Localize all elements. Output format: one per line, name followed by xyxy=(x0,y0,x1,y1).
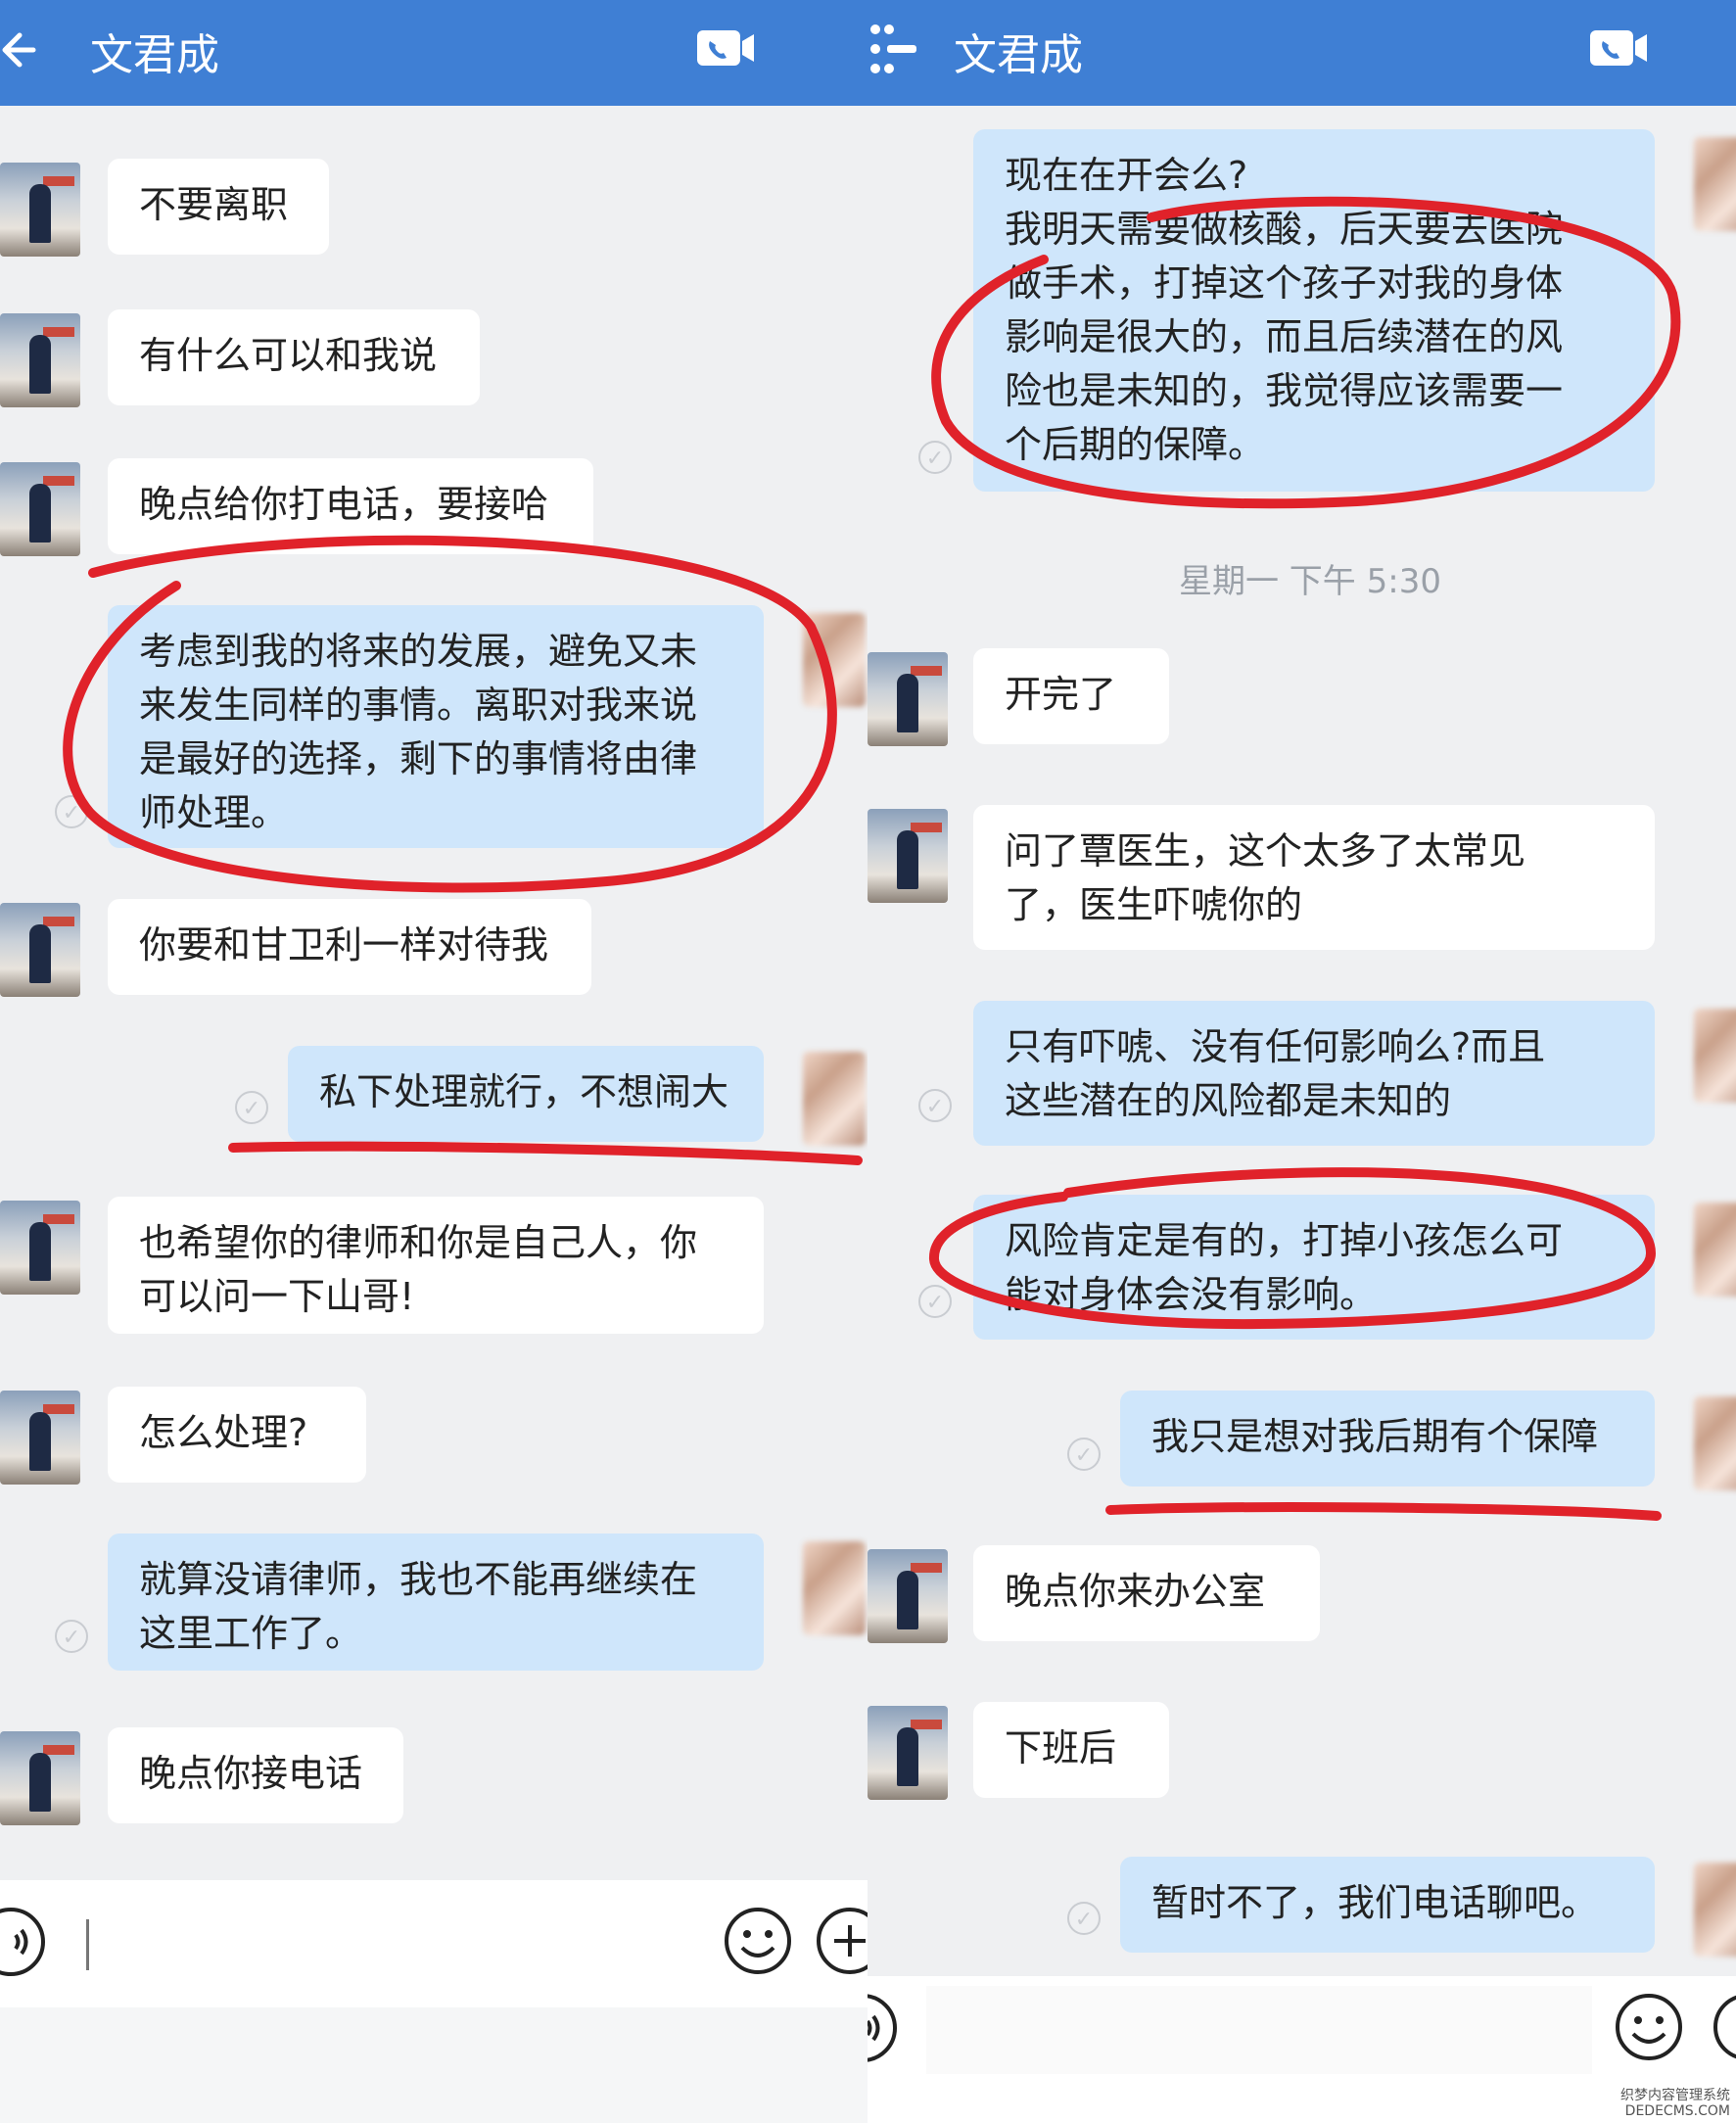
my-avatar[interactable] xyxy=(1694,1009,1736,1103)
left-chat-panel: 文君成 不要离职 有什么可以和我说 晚点给你打电话，要接哈 ✓ 考虑到我的将来的… xyxy=(0,0,868,2123)
incoming-message: 下班后 xyxy=(973,1702,1169,1798)
emoji-icon[interactable] xyxy=(1614,1992,1684,2062)
input-bar xyxy=(0,1880,868,2123)
incoming-message: 你要和甘卫利一样对待我 xyxy=(108,899,591,995)
outgoing-message: 考虑到我的将来的发展，避免又未 来发生同样的事情。离职对我来说 是最好的选择，剩… xyxy=(108,605,764,848)
message-input[interactable] xyxy=(926,1986,1592,2074)
chat-header: 文君成 xyxy=(868,0,1736,106)
check-icon: ✓ xyxy=(918,1089,952,1122)
my-avatar[interactable] xyxy=(803,1541,866,1635)
contact-avatar[interactable] xyxy=(0,163,80,257)
check-icon: ✓ xyxy=(1067,1902,1101,1935)
my-avatar[interactable] xyxy=(1694,1203,1736,1297)
incoming-message: 开完了 xyxy=(973,648,1169,744)
incoming-message: 晚点你来办公室 xyxy=(973,1545,1320,1641)
chat-title: 文君成 xyxy=(954,30,1083,80)
outgoing-message: 只有吓唬、没有任何影响么?而且 这些潜在的风险都是未知的 xyxy=(973,1001,1655,1146)
contact-avatar[interactable] xyxy=(0,313,80,407)
check-icon: ✓ xyxy=(235,1091,268,1124)
contact-avatar[interactable] xyxy=(868,652,948,746)
right-chat-panel: 文君成 ✓ 现在在开会么? 我明天需要做核酸，后天要去医院 做手术，打掉这个孩子… xyxy=(868,0,1736,2123)
incoming-message: 晚点给你打电话，要接哈 xyxy=(108,458,593,554)
outgoing-message: 风险肯定是有的，打掉小孩怎么可 能对身体会没有影响。 xyxy=(973,1195,1655,1340)
incoming-message: 怎么处理? xyxy=(108,1387,366,1483)
contact-avatar[interactable] xyxy=(868,1549,948,1643)
voice-icon[interactable] xyxy=(868,1992,899,2064)
outgoing-message: 现在在开会么? 我明天需要做核酸，后天要去医院 做手术，打掉这个孩子对我的身体 … xyxy=(973,129,1655,492)
video-call-icon[interactable] xyxy=(695,27,756,69)
contact-avatar[interactable] xyxy=(0,1201,80,1295)
message-timestamp: 星期一 下午 5:30 xyxy=(1179,562,1441,601)
check-icon: ✓ xyxy=(1067,1438,1101,1471)
chat-title: 文君成 xyxy=(90,30,219,80)
contact-avatar[interactable] xyxy=(0,1731,80,1825)
outgoing-message: 私下处理就行，不想闹大 xyxy=(288,1046,764,1142)
back-arrow-icon[interactable] xyxy=(0,27,39,72)
plus-icon[interactable] xyxy=(815,1906,868,1976)
contact-avatar[interactable] xyxy=(0,1391,80,1485)
contact-avatar[interactable] xyxy=(0,462,80,556)
voice-icon[interactable] xyxy=(0,1906,47,1978)
video-call-icon[interactable] xyxy=(1588,27,1649,69)
contact-avatar[interactable] xyxy=(0,903,80,997)
watermark-line1: 织梦内容管理系统 xyxy=(1620,2088,1730,2103)
incoming-message: 有什么可以和我说 xyxy=(108,309,480,405)
watermark: 织梦内容管理系统 DEDECMS.COM xyxy=(1620,2088,1730,2119)
contact-avatar[interactable] xyxy=(868,1706,948,1800)
my-avatar[interactable] xyxy=(1694,1863,1736,1957)
incoming-message: 问了覃医生，这个太多了太常见 了，医生吓唬你的 xyxy=(973,805,1655,950)
menu-icon[interactable] xyxy=(868,22,926,76)
my-avatar[interactable] xyxy=(803,613,866,707)
plus-icon[interactable] xyxy=(1712,1992,1736,2062)
emoji-icon[interactable] xyxy=(723,1906,793,1976)
chat-header: 文君成 xyxy=(0,0,868,106)
outgoing-message: 我只是想对我后期有个保障 xyxy=(1120,1391,1655,1486)
contact-avatar[interactable] xyxy=(868,809,948,903)
my-avatar[interactable] xyxy=(803,1052,866,1146)
input-bar xyxy=(868,1976,1736,2123)
check-icon: ✓ xyxy=(55,795,88,828)
message-input[interactable] xyxy=(78,1900,695,1992)
my-avatar[interactable] xyxy=(1694,1396,1736,1490)
my-avatar[interactable] xyxy=(1694,137,1736,231)
check-icon: ✓ xyxy=(918,1285,952,1318)
incoming-message: 不要离职 xyxy=(108,159,329,255)
check-icon: ✓ xyxy=(55,1620,88,1653)
incoming-message: 也希望你的律师和你是自己人，你 可以问一下山哥! xyxy=(108,1197,764,1334)
incoming-message: 晚点你接电话 xyxy=(108,1727,403,1823)
check-icon: ✓ xyxy=(918,441,952,474)
outgoing-message: 就算没请律师，我也不能再继续在 这里工作了。 xyxy=(108,1533,764,1671)
watermark-line2: DEDECMS.COM xyxy=(1624,2103,1730,2119)
outgoing-message: 暂时不了，我们电话聊吧。 xyxy=(1120,1857,1655,1953)
